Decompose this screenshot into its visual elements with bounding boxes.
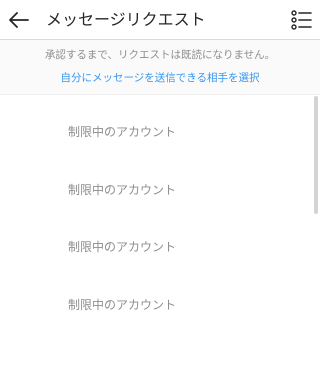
- list-menu-button[interactable]: [289, 7, 315, 33]
- list-item-label: 制限中のアカウント: [68, 125, 177, 139]
- info-text: 承認するまで、リクエストは既読になりません。: [44, 49, 276, 61]
- message-settings-link[interactable]: 自分にメッセージを送信できる相手を選択: [0, 71, 320, 85]
- scrollbar[interactable]: [314, 96, 318, 214]
- list-item[interactable]: 制限中のアカウント: [0, 154, 310, 212]
- back-arrow-icon: [9, 12, 29, 28]
- request-info-banner: 承認するまで、リクエストは既読になりません。 自分にメッセージを送信できる相手を…: [0, 40, 320, 95]
- back-button[interactable]: [6, 7, 32, 33]
- list-item-label: 制限中のアカウント: [68, 240, 177, 254]
- list-item[interactable]: 制限中のアカウント: [0, 211, 310, 269]
- list-menu-icon: [291, 10, 312, 30]
- list-item[interactable]: 制限中のアカウント: [0, 96, 310, 154]
- list-item-label: 制限中のアカウント: [68, 183, 177, 197]
- list-item-label: 制限中のアカウント: [68, 298, 177, 312]
- top-bar: メッセージリクエスト: [0, 0, 320, 40]
- page-title: メッセージリクエスト: [46, 10, 206, 29]
- list-item[interactable]: 制限中のアカウント: [0, 269, 310, 327]
